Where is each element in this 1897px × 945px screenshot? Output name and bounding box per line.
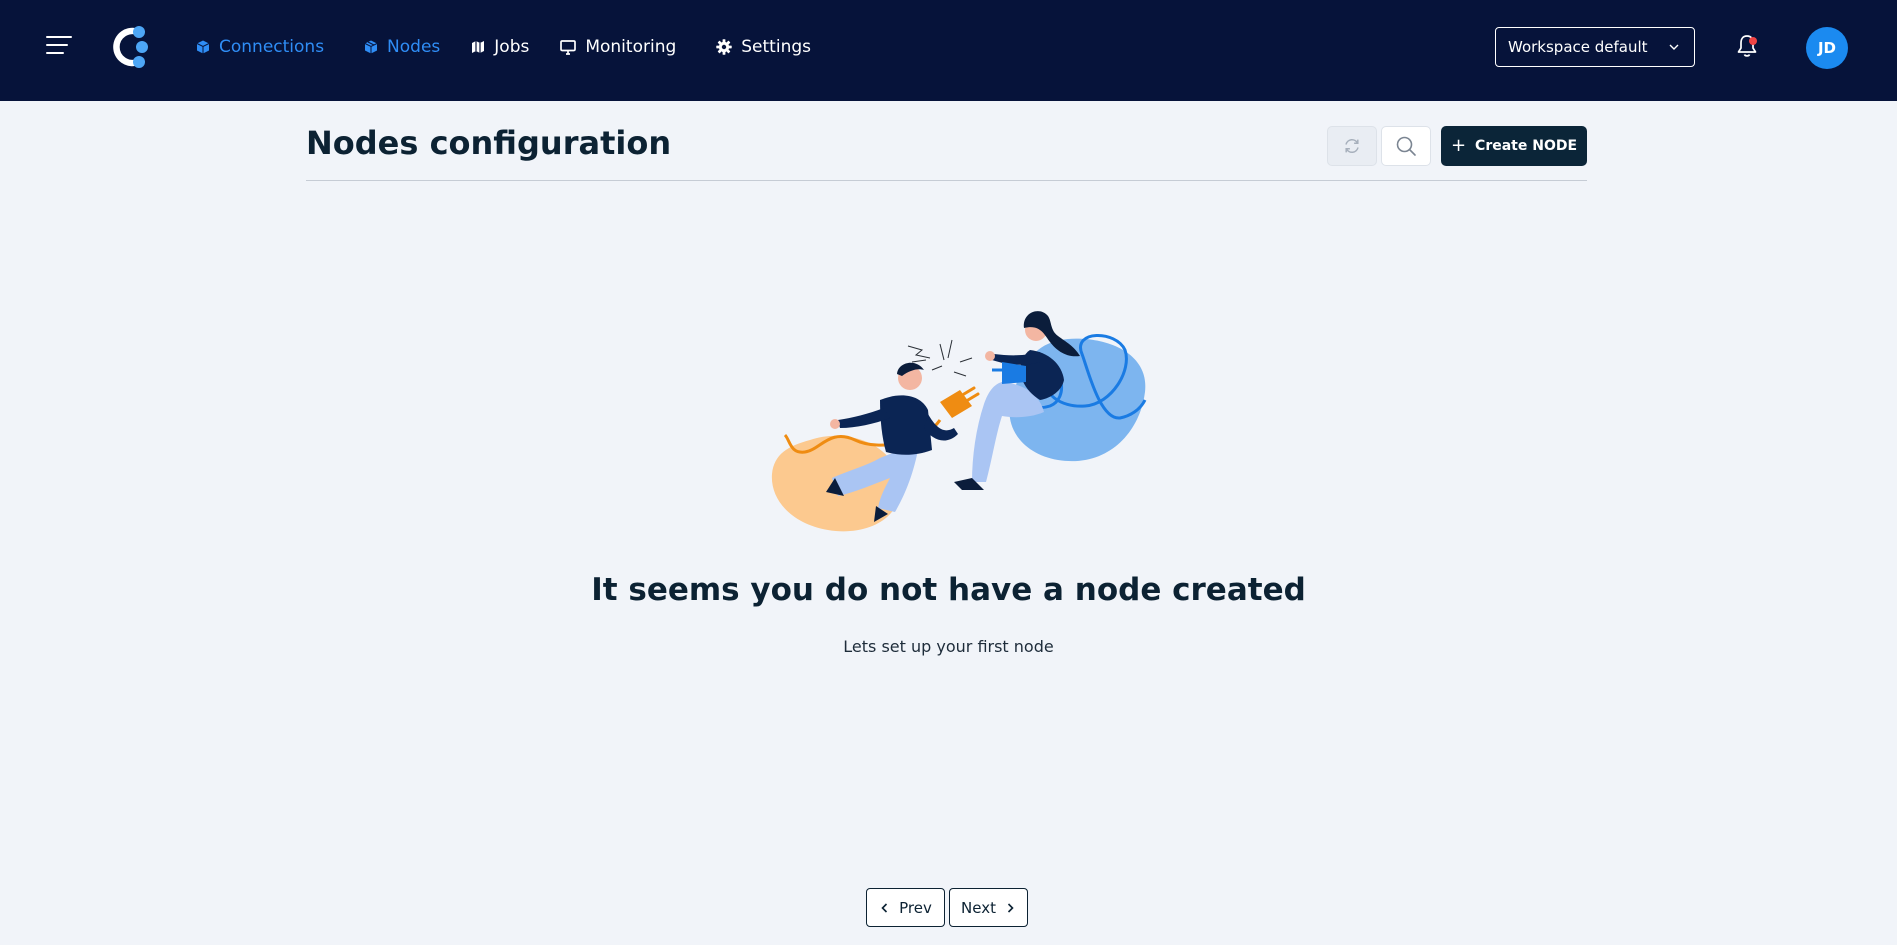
workspace-select[interactable]: Workspace default (1495, 27, 1695, 67)
nav-monitoring[interactable]: Monitoring (560, 37, 676, 57)
nav-nodes[interactable]: Nodes (364, 37, 440, 57)
cubes-icon (364, 40, 378, 54)
map-icon (472, 41, 485, 53)
menu-icon[interactable] (46, 34, 72, 56)
top-navbar: Connections Nodes Jobs Monitoring Settin… (0, 0, 1897, 101)
nav-nodes-label: Nodes (387, 37, 441, 57)
nav-monitoring-label: Monitoring (585, 37, 677, 57)
cube-icon (196, 40, 210, 54)
user-avatar[interactable]: JD (1806, 27, 1848, 69)
nav-connections-label: Connections (219, 37, 325, 57)
nav-settings[interactable]: Settings (716, 37, 811, 57)
gear-icon (716, 39, 732, 55)
app-logo[interactable] (108, 24, 152, 70)
empty-state-subtitle: Lets set up your first node (843, 637, 1054, 656)
next-label: Next (961, 898, 996, 917)
create-node-label: Create NODE (1475, 138, 1578, 154)
nav-jobs-label: Jobs (494, 37, 530, 57)
user-initials: JD (1817, 39, 1837, 57)
prev-button[interactable]: Prev (866, 888, 945, 927)
workspace-select-value: Workspace default (1508, 38, 1648, 56)
main-nav: Connections Nodes Jobs Monitoring Settin… (196, 32, 851, 62)
chevron-right-icon (1007, 902, 1014, 913)
refresh-icon (1345, 139, 1359, 153)
plus-icon: + (1450, 135, 1467, 156)
empty-state-illustration (771, 311, 1147, 532)
search-icon (1396, 136, 1416, 156)
header-divider (306, 180, 1587, 181)
nav-settings-label: Settings (741, 37, 811, 57)
chevron-down-icon (1669, 44, 1679, 50)
page-title: Nodes configuration (306, 124, 672, 162)
nav-connections[interactable]: Connections (196, 37, 324, 57)
next-button[interactable]: Next (949, 888, 1028, 927)
search-button[interactable] (1381, 126, 1431, 166)
prev-label: Prev (899, 898, 932, 917)
empty-state-title: It seems you do not have a node created (591, 572, 1306, 608)
nav-jobs[interactable]: Jobs (471, 37, 529, 57)
refresh-button[interactable] (1327, 126, 1377, 166)
chevron-left-icon (881, 902, 888, 913)
create-node-button[interactable]: + Create NODE (1441, 126, 1587, 166)
notification-dot (1749, 37, 1757, 45)
monitor-icon (560, 39, 577, 55)
